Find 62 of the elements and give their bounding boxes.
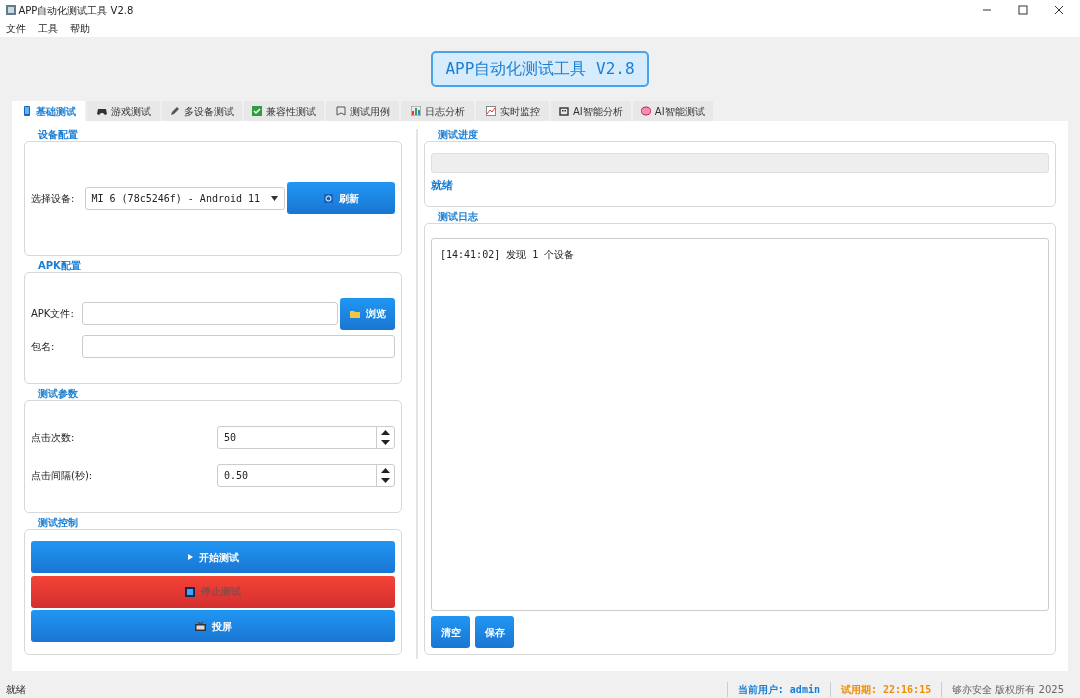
document-icon	[335, 106, 346, 116]
tab[interactable]: AI智能测试	[632, 101, 713, 121]
refresh-button[interactable]: 刷新	[287, 182, 395, 215]
tab[interactable]: 基础测试	[12, 101, 85, 121]
menu-item[interactable]: 文件	[6, 21, 26, 36]
tab[interactable]: 兼容性测试	[244, 101, 324, 121]
tab[interactable]: 日志分析	[401, 101, 474, 121]
up-arrow-icon	[381, 429, 390, 435]
status-message: 就绪	[6, 682, 26, 697]
field-label: 包名:	[31, 339, 56, 354]
group-title: 设备配置	[37, 129, 79, 141]
tab[interactable]: 测试用例	[326, 101, 399, 121]
up-arrow-icon	[381, 467, 390, 473]
line-chart-icon	[485, 106, 496, 116]
group-title: 测试控制	[37, 516, 79, 529]
down-arrow-icon	[381, 478, 390, 484]
group-title: 测试参数	[37, 388, 79, 401]
tab[interactable]: AI智能分析	[551, 101, 631, 121]
window-title: APP自动化测试工具 V2.8	[18, 3, 134, 18]
play-icon	[187, 554, 193, 561]
trial-time-label: 试用期: 22:16:15	[829, 681, 942, 697]
log-line: [14:41:02] 发现 1 个设备	[440, 247, 576, 262]
copyright-text: 够亦安全 版权所有 2025	[941, 681, 1074, 697]
tab[interactable]: 游戏测试	[87, 101, 160, 121]
field-label: APK文件:	[31, 307, 75, 322]
folder-icon	[349, 309, 360, 318]
menu-item[interactable]: 工具	[38, 21, 58, 36]
number-spinbox[interactable]: 0.50	[217, 463, 395, 487]
app-title: APP自动化测试工具 V2.8	[431, 51, 649, 87]
gamepad-icon	[96, 106, 107, 116]
field-label: 点击次数:	[31, 430, 75, 445]
dropdown-arrow-icon	[270, 195, 278, 201]
refresh-icon	[323, 193, 333, 203]
file-input-field[interactable]	[81, 302, 338, 326]
package-input-field[interactable]	[81, 334, 395, 358]
save-button[interactable]: 保存	[475, 616, 514, 648]
group-title: 测试进度	[437, 129, 479, 141]
down-arrow-icon	[381, 440, 390, 446]
app-icon	[6, 5, 16, 15]
browse-button[interactable]: 浏览	[340, 297, 395, 330]
stop-icon	[185, 586, 195, 597]
menu-item[interactable]: 帮助	[70, 21, 90, 36]
field-label: 点击间隔(秒):	[31, 468, 93, 483]
pencil-icon	[170, 106, 180, 116]
field-label: 选择设备:	[31, 191, 75, 206]
checkbox-icon	[252, 106, 262, 116]
close-icon	[1054, 5, 1064, 15]
status-text: 就绪	[431, 178, 454, 195]
start-button[interactable]: 开始测试	[31, 541, 395, 574]
current-user-label: 当前用户: admin	[726, 681, 830, 697]
maximize-icon	[1018, 5, 1028, 15]
tab[interactable]: 多设备测试	[162, 101, 242, 121]
group-title: APK配置	[37, 259, 82, 272]
phone-icon	[21, 106, 32, 116]
screen-cast-button[interactable]: 投屏	[31, 610, 395, 643]
number-spinbox[interactable]: 50	[217, 425, 395, 449]
tab[interactable]: 实时监控	[476, 101, 549, 121]
device-dropdown[interactable]: MI 6 (78c5246f) - Android 11	[84, 186, 285, 210]
group-title: 测试日志	[437, 210, 479, 223]
tv-icon	[194, 621, 206, 631]
bar-chart-icon	[410, 106, 421, 116]
clear-button[interactable]: 清空	[431, 616, 470, 648]
